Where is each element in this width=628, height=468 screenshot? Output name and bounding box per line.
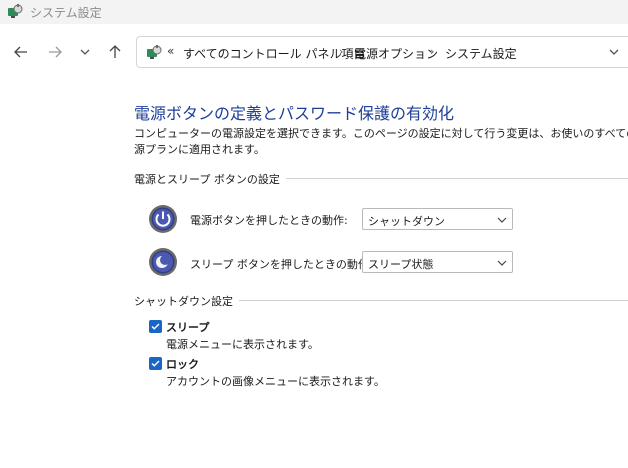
power-buttons-group-label: 電源とスリープ ボタンの設定	[134, 171, 286, 187]
sleep-button-action-value: スリープ状態	[368, 258, 434, 271]
shutdown-settings-group-label: シャットダウン設定	[134, 293, 239, 309]
control-panel-icon	[147, 45, 162, 59]
up-button[interactable]	[100, 37, 130, 67]
sleep-option-title: スリープ	[166, 321, 210, 334]
arrow-right-icon	[49, 46, 62, 58]
breadcrumb-power-options[interactable]: 電源オプション	[354, 45, 438, 62]
address-bar[interactable]: « すべてのコントロール パネル項目 › 電源オプション › システム設定	[136, 36, 628, 68]
lock-checkbox[interactable]	[149, 357, 162, 370]
power-button-action-label: 電源ボタンを押したときの動作:	[190, 214, 348, 227]
breadcrumb-system-settings[interactable]: システム設定	[445, 45, 517, 62]
arrow-up-icon	[109, 45, 121, 58]
back-button[interactable]	[6, 37, 36, 67]
sleep-checkbox[interactable]	[149, 320, 162, 333]
chevron-down-icon	[497, 217, 507, 223]
sleep-button-action-select[interactable]: スリープ状態	[362, 251, 513, 273]
lock-option-description: アカウントの画像メニューに表示されます。	[166, 375, 385, 388]
control-panel-icon	[8, 4, 23, 18]
power-icon	[149, 205, 177, 233]
chevron-down-icon	[497, 260, 507, 266]
sleep-option-description: 電源メニューに表示されます。	[166, 338, 319, 351]
navigation-bar: « すべてのコントロール パネル項目 › 電源オプション › システム設定	[0, 24, 628, 80]
checkmark-icon	[151, 360, 160, 367]
main-content: 電源ボタンの定義とパスワード保護の有効化 コンピューターの電源設定を選択できます…	[0, 80, 628, 468]
breadcrumb-separator[interactable]: ›	[430, 45, 434, 58]
breadcrumb-separator[interactable]: ›	[339, 45, 343, 58]
checkmark-icon	[151, 323, 160, 330]
window-title: システム設定	[30, 6, 102, 20]
chevron-down-icon	[80, 49, 90, 55]
page-description: コンピューターの電源設定を選択できます。このページの設定に対して行う変更は、お使…	[134, 127, 628, 156]
power-button-action-select[interactable]: シャットダウン	[362, 208, 513, 230]
recent-locations-button[interactable]	[70, 37, 100, 67]
power-button-action-value: シャットダウン	[368, 215, 445, 228]
chevron-down-icon[interactable]	[609, 47, 619, 57]
title-bar: システム設定	[0, 0, 628, 24]
sleep-button-action-label: スリープ ボタンを押したときの動作:	[190, 258, 373, 271]
arrow-left-icon	[14, 46, 27, 58]
lock-option-title: ロック	[166, 358, 199, 371]
forward-button[interactable]	[40, 37, 70, 67]
sleep-moon-icon	[149, 248, 177, 276]
page-title: 電源ボタンの定義とパスワード保護の有効化	[134, 104, 455, 123]
address-overflow-button[interactable]: «	[167, 44, 174, 58]
